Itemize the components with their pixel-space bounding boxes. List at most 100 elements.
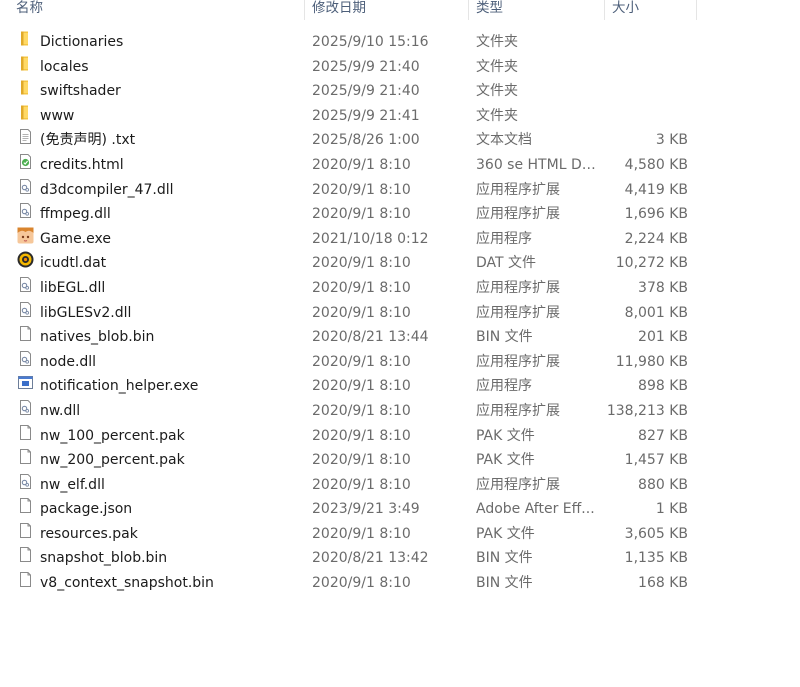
file-modified-date: 2020/9/1 8:10 — [312, 255, 411, 272]
file-name: node.dll — [40, 353, 97, 370]
file-type: 360 se HTML Do... — [476, 156, 598, 173]
blank-file-icon — [17, 497, 34, 514]
file-row[interactable]: nw_100_percent.pak 2020/9/1 8:10 PAK 文件 827… — [0, 424, 800, 449]
file-row[interactable]: www 2025/9/9 21:41 文件夹 — [0, 104, 800, 129]
game-exe-icon — [17, 227, 34, 244]
file-modified-date: 2020/9/1 8:10 — [312, 353, 411, 370]
file-modified-date: 2025/9/9 21:40 — [312, 83, 420, 100]
file-row[interactable]: nw_elf.dll 2020/9/1 8:10 应用程序扩展 880 KB — [0, 473, 800, 498]
blank-file-icon — [17, 571, 34, 588]
file-name: icudtl.dat — [40, 255, 107, 272]
file-modified-date: 2020/8/21 13:44 — [312, 329, 429, 346]
dll-file-icon — [17, 301, 34, 318]
file-row[interactable]: swiftshader 2025/9/9 21:40 文件夹 — [0, 79, 800, 104]
column-header-name[interactable]: 名称 — [16, 0, 296, 20]
blank-file-icon — [17, 424, 34, 441]
html-file-icon — [17, 153, 34, 170]
file-modified-date: 2020/9/1 8:10 — [312, 476, 411, 493]
file-size: 201 KB — [638, 329, 688, 346]
blank-file-icon — [17, 448, 34, 465]
file-modified-date: 2020/9/1 8:10 — [312, 181, 411, 198]
column-header-type[interactable]: 类型 — [476, 0, 596, 20]
column-divider[interactable] — [304, 0, 305, 20]
file-name: v8_context_snapshot.bin — [40, 575, 214, 592]
file-size: 1,696 KB — [624, 206, 688, 223]
file-size: 4,580 KB — [624, 156, 688, 173]
file-modified-date: 2020/9/1 8:10 — [312, 206, 411, 223]
file-name: notification_helper.exe — [40, 378, 199, 395]
file-type: PAK 文件 — [476, 525, 535, 542]
column-divider[interactable] — [468, 0, 469, 20]
file-modified-date: 2020/9/1 8:10 — [312, 402, 411, 419]
file-row[interactable]: locales 2025/9/9 21:40 文件夹 — [0, 55, 800, 80]
file-row[interactable]: v8_context_snapshot.bin 2020/9/1 8:10 BIN … — [0, 571, 800, 596]
file-type: 应用程序扩展 — [476, 304, 560, 321]
file-row[interactable]: Dictionaries 2025/9/10 15:16 文件夹 — [0, 30, 800, 55]
file-row[interactable]: ffmpeg.dll 2020/9/1 8:10 应用程序扩展 1,696 KB — [0, 202, 800, 227]
file-size: 1,135 KB — [624, 550, 688, 567]
file-row[interactable]: resources.pak 2020/9/1 8:10 PAK 文件 3,605 KB — [0, 522, 800, 547]
file-name: www — [40, 107, 75, 124]
file-modified-date: 2020/9/1 8:10 — [312, 575, 411, 592]
dll-file-icon — [17, 473, 34, 490]
file-row[interactable]: credits.html 2020/9/1 8:10 360 se HTML Do.… — [0, 153, 800, 178]
dat-file-icon — [17, 251, 34, 268]
dll-file-icon — [17, 178, 34, 195]
column-header-bar: 名称 修改日期 类型 大小 — [0, 0, 800, 20]
file-size: 3,605 KB — [624, 525, 688, 542]
column-divider[interactable] — [696, 0, 697, 20]
file-type: 文件夹 — [476, 34, 518, 50]
file-modified-date: 2020/9/1 8:10 — [312, 427, 411, 444]
file-name: ffmpeg.dll — [40, 206, 111, 223]
file-type: 文件夹 — [476, 107, 518, 124]
file-type: 应用程序扩展 — [476, 402, 560, 419]
file-row[interactable]: icudtl.dat 2020/9/1 8:10 DAT 文件 10,272 KB — [0, 251, 800, 276]
file-row[interactable]: libGLESv2.dll 2020/9/1 8:10 应用程序扩展 8,001 KB — [0, 301, 800, 326]
file-name: d3dcompiler_47.dll — [40, 181, 174, 198]
column-divider[interactable] — [604, 0, 605, 20]
file-type: 文件夹 — [476, 83, 518, 100]
dll-file-icon — [17, 350, 34, 367]
file-name: (免责声明) .txt — [40, 132, 136, 149]
file-row[interactable]: d3dcompiler_47.dll 2020/9/1 8:10 应用程序扩展 4,4… — [0, 178, 800, 203]
file-size: 1,457 KB — [624, 452, 688, 469]
file-row[interactable]: (免责声明) .txt 2025/8/26 1:00 文本文档 3 KB — [0, 128, 800, 153]
file-size: 3 KB — [655, 132, 688, 149]
file-type: BIN 文件 — [476, 329, 533, 346]
file-row[interactable]: Game.exe 2021/10/18 0:12 应用程序 2,224 KB — [0, 227, 800, 252]
file-name: libEGL.dll — [40, 279, 106, 296]
file-row[interactable]: nw_200_percent.pak 2020/9/1 8:10 PAK 文件 1,4… — [0, 448, 800, 473]
file-name: swiftshader — [40, 83, 121, 100]
file-row[interactable]: node.dll 2020/9/1 8:10 应用程序扩展 11,980 KB — [0, 350, 800, 375]
file-name: Dictionaries — [40, 34, 124, 50]
file-type: PAK 文件 — [476, 427, 535, 444]
file-name: Game.exe — [40, 230, 111, 247]
file-row[interactable]: libEGL.dll 2020/9/1 8:10 应用程序扩展 378 KB — [0, 276, 800, 301]
file-type: DAT 文件 — [476, 255, 537, 272]
file-row[interactable]: natives_blob.bin 2020/8/21 13:44 BIN 文件 201… — [0, 325, 800, 350]
file-size: 8,001 KB — [624, 304, 688, 321]
file-row[interactable]: package.json 2023/9/21 3:49 Adobe After Ef… — [0, 497, 800, 522]
file-modified-date: 2020/9/1 8:10 — [312, 304, 411, 321]
blank-file-icon — [17, 325, 34, 342]
file-size: 898 KB — [638, 378, 688, 395]
text-file-icon — [17, 128, 34, 145]
file-modified-date: 2025/9/9 21:40 — [312, 58, 420, 75]
file-type: 应用程序扩展 — [476, 181, 560, 198]
file-name: nw_100_percent.pak — [40, 427, 185, 444]
file-modified-date: 2025/9/10 15:16 — [312, 34, 429, 50]
file-name: snapshot_blob.bin — [40, 550, 168, 567]
file-type: 应用程序 — [476, 378, 532, 395]
file-modified-date: 2020/9/1 8:10 — [312, 279, 411, 296]
blank-file-icon — [17, 546, 34, 563]
file-name: nw.dll — [40, 402, 81, 419]
column-header-date[interactable]: 修改日期 — [312, 0, 462, 20]
file-row[interactable]: snapshot_blob.bin 2020/8/21 13:42 BIN 文件 1,… — [0, 546, 800, 571]
column-header-size[interactable]: 大小 — [612, 0, 692, 20]
file-size: 4,419 KB — [624, 181, 688, 198]
file-modified-date: 2023/9/21 3:49 — [312, 501, 420, 518]
file-row[interactable]: nw.dll 2020/9/1 8:10 应用程序扩展 138,213 KB — [0, 399, 800, 424]
file-size: 2,224 KB — [624, 230, 688, 247]
dll-file-icon — [17, 399, 34, 416]
file-row[interactable]: notification_helper.exe 2020/9/1 8:10 应用程序… — [0, 374, 800, 399]
